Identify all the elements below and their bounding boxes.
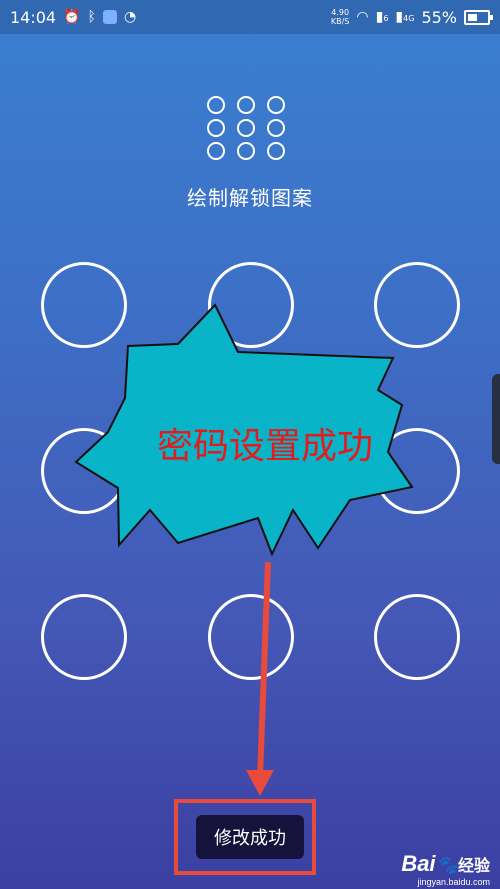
pattern-dot-3[interactable] <box>374 262 460 348</box>
preview-dot <box>267 119 285 137</box>
watermark-url: jingyan.baidu.com <box>417 877 490 887</box>
wifi-icon: ◠ <box>356 9 369 25</box>
preview-dot <box>237 96 255 114</box>
baidu-watermark: Bai🐾经验 jingyan.baidu.com <box>401 851 490 887</box>
preview-dot <box>237 142 255 160</box>
signal-label-2: 4G <box>403 14 415 23</box>
pattern-dot-2[interactable] <box>208 262 294 348</box>
preview-dot <box>207 96 225 114</box>
preview-dot <box>207 142 225 160</box>
status-bar-right: 4.90 KB/S ◠ ▮6 ▮4G 55% <box>331 7 493 27</box>
side-scroll-handle[interactable] <box>492 374 500 464</box>
shield-app-icon <box>102 10 117 24</box>
pattern-dot-4[interactable] <box>41 428 127 514</box>
preview-dot <box>267 142 285 160</box>
bluetooth-icon: ᛒ <box>87 9 96 25</box>
status-bar-left: 14:04 ⏰ ᛒ ◔ <box>10 8 136 27</box>
page-title: 绘制解锁图案 <box>187 186 313 210</box>
watermark-brand-text: Bai <box>401 851 436 876</box>
status-time: 14:04 <box>10 7 57 27</box>
network-speed-value: 4.90 <box>331 8 350 17</box>
preview-dot <box>237 119 255 137</box>
pattern-dot-7[interactable] <box>41 594 127 680</box>
paw-icon: 🐾 <box>435 855 458 875</box>
battery-icon <box>464 9 493 25</box>
status-bar: 14:04 ⏰ ᛒ ◔ 4.90 KB/S ◠ ▮6 ▮4G 55% <box>0 0 500 34</box>
callout-text: 密码设置成功 <box>156 426 373 467</box>
qq-icon: ◔ <box>123 9 137 25</box>
pattern-dot-1[interactable] <box>41 262 127 348</box>
signal-icon-1: ▮6 <box>375 9 389 25</box>
arrow-head <box>246 770 274 796</box>
network-speed: 4.90 KB/S <box>331 8 350 26</box>
pattern-preview-icon <box>207 96 287 162</box>
watermark-brand: Bai🐾经验 <box>401 851 490 877</box>
modify-success-button[interactable]: 修改成功 <box>196 815 304 859</box>
signal-label-1: 6 <box>383 14 389 23</box>
network-speed-unit: KB/S <box>330 17 350 26</box>
alarm-icon: ⏰ <box>63 9 81 25</box>
preview-dot <box>267 96 285 114</box>
signal-icon-2: ▮4G <box>395 9 415 25</box>
preview-dot <box>207 119 225 137</box>
pattern-dot-8[interactable] <box>208 594 294 680</box>
watermark-suffix: 经验 <box>457 858 490 875</box>
pattern-dot-9[interactable] <box>374 594 460 680</box>
battery-percent: 55% <box>421 7 457 27</box>
